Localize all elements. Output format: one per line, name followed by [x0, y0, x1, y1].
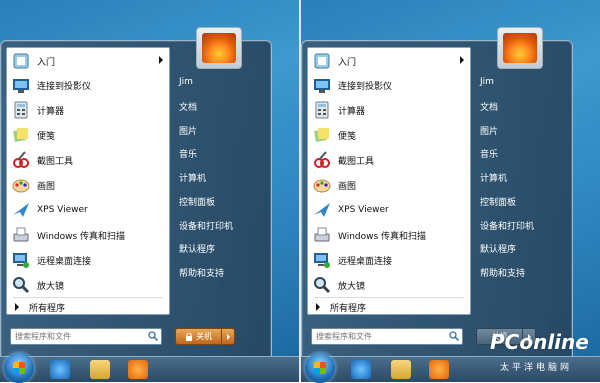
search-box[interactable]: [311, 328, 463, 345]
link-pictures[interactable]: 图片: [480, 124, 498, 137]
sticky-notes-icon: [10, 125, 32, 145]
search-box[interactable]: [10, 328, 162, 345]
file-explorer-icon[interactable]: [90, 360, 110, 379]
xps-viewer-icon: [10, 200, 32, 220]
media-player-icon[interactable]: [128, 360, 148, 379]
menu-item-xps-viewer[interactable]: XPS Viewer: [7, 198, 169, 222]
submenu-arrow-icon: [460, 56, 464, 64]
menu-item-remote-desktop[interactable]: 远程桌面连接: [308, 248, 470, 272]
menu-item-paint[interactable]: 画图: [7, 173, 169, 197]
watermark-subtitle: 太平洋电脑网: [500, 363, 573, 373]
menu-item-magnifier[interactable]: 放大镜: [7, 273, 169, 297]
link-control-panel[interactable]: 控制面板: [480, 195, 516, 208]
internet-explorer-icon[interactable]: [351, 360, 371, 379]
menu-item-calculator[interactable]: 计算器: [308, 98, 470, 122]
start-orb-icon[interactable]: [4, 353, 34, 383]
link-devices-printers[interactable]: 设备和打印机: [179, 219, 233, 232]
magnifier-icon: [10, 275, 32, 295]
triangle-right-icon: [15, 303, 19, 311]
xps-viewer-icon: [311, 200, 333, 220]
menu-item-remote-desktop[interactable]: 远程桌面连接: [7, 248, 169, 272]
internet-explorer-icon[interactable]: [50, 360, 70, 379]
menu-item-sticky-notes[interactable]: 便笺: [308, 123, 470, 147]
menu-item-fax-scan[interactable]: Windows 传真和扫描: [308, 223, 470, 247]
lock-icon: [186, 332, 193, 341]
menu-item-projector[interactable]: 连接到投影仪: [7, 73, 169, 97]
link-devices-printers[interactable]: 设备和打印机: [480, 219, 534, 232]
search-icon[interactable]: [148, 331, 158, 341]
menu-item-getting-started[interactable]: 入门: [7, 49, 169, 73]
programs-pane: 入门 连接到投影仪 计算器 便笺 截图工具 画图 XPS Viewer Wind…: [307, 47, 471, 315]
menu-item-magnifier[interactable]: 放大镜: [308, 273, 470, 297]
magnifier-icon: [311, 275, 333, 295]
link-computer[interactable]: 计算机: [179, 171, 206, 184]
start-menu-left: 入门 连接到投影仪 计算器 便笺 截图工具 画图 XPS Viewer Wind…: [0, 27, 272, 357]
projector-icon: [311, 75, 333, 95]
shutdown-button[interactable]: 关机: [175, 328, 223, 345]
taskbar-left: [0, 353, 299, 383]
watermark-logo: PConline: [490, 330, 589, 354]
menu-item-getting-started[interactable]: 入门: [308, 49, 470, 73]
menu-item-paint[interactable]: 画图: [308, 173, 470, 197]
shutdown-options-button[interactable]: [222, 328, 235, 345]
flower-picture-icon: [503, 33, 537, 63]
user-avatar[interactable]: [497, 27, 543, 69]
link-documents[interactable]: 文档: [179, 100, 197, 113]
search-icon[interactable]: [449, 331, 459, 341]
link-user[interactable]: Jim: [179, 77, 193, 87]
link-default-programs[interactable]: 默认程序: [179, 242, 215, 255]
search-input[interactable]: [312, 332, 446, 341]
link-music[interactable]: 音乐: [480, 147, 498, 160]
calculator-icon: [10, 100, 32, 120]
menu-item-projector[interactable]: 连接到投影仪: [308, 73, 470, 97]
search-input[interactable]: [11, 332, 145, 341]
triangle-right-icon: [316, 303, 320, 311]
all-programs-item[interactable]: 所有程序: [308, 299, 470, 315]
programs-pane: 入门 连接到投影仪 计算器 便笺 截图工具 画图 XPS Viewer Wind…: [6, 47, 170, 315]
pconline-watermark: PConline 太平洋电脑网: [490, 320, 600, 381]
menu-item-snipping-tool[interactable]: 截图工具: [308, 148, 470, 172]
all-programs-item[interactable]: 所有程序: [7, 299, 169, 315]
submenu-arrow-icon: [159, 56, 163, 64]
separator: [13, 297, 163, 298]
snipping-tool-icon: [10, 150, 32, 170]
getting-started-icon: [311, 51, 333, 71]
remote-desktop-icon: [10, 250, 32, 270]
link-computer[interactable]: 计算机: [480, 171, 507, 184]
start-orb-icon[interactable]: [305, 353, 335, 383]
snipping-tool-icon: [311, 150, 333, 170]
link-pictures[interactable]: 图片: [179, 124, 197, 137]
chevron-right-icon: [226, 333, 230, 340]
menu-item-xps-viewer[interactable]: XPS Viewer: [308, 198, 470, 222]
link-help-support[interactable]: 帮助和支持: [480, 266, 525, 279]
flower-picture-icon: [202, 33, 236, 63]
file-explorer-icon[interactable]: [391, 360, 411, 379]
menu-item-fax-scan[interactable]: Windows 传真和扫描: [7, 223, 169, 247]
fax-scan-icon: [311, 225, 333, 245]
link-documents[interactable]: 文档: [480, 100, 498, 113]
link-help-support[interactable]: 帮助和支持: [179, 266, 224, 279]
separator: [314, 297, 464, 298]
link-control-panel[interactable]: 控制面板: [179, 195, 215, 208]
sticky-notes-icon: [311, 125, 333, 145]
media-player-icon[interactable]: [429, 360, 449, 379]
remote-desktop-icon: [311, 250, 333, 270]
link-default-programs[interactable]: 默认程序: [480, 242, 516, 255]
menu-item-calculator[interactable]: 计算器: [7, 98, 169, 122]
calculator-icon: [311, 100, 333, 120]
menu-item-snipping-tool[interactable]: 截图工具: [7, 148, 169, 172]
link-music[interactable]: 音乐: [179, 147, 197, 160]
fax-scan-icon: [10, 225, 32, 245]
start-menu-right: 入门 连接到投影仪 计算器 便笺 截图工具 画图 XPS Viewer Wind…: [301, 27, 573, 357]
user-avatar[interactable]: [196, 27, 242, 69]
projector-icon: [10, 75, 32, 95]
menu-item-sticky-notes[interactable]: 便笺: [7, 123, 169, 147]
paint-icon: [10, 175, 32, 195]
link-user[interactable]: Jim: [480, 77, 494, 87]
getting-started-icon: [10, 51, 32, 71]
paint-icon: [311, 175, 333, 195]
shutdown-control: 关机: [175, 328, 235, 345]
